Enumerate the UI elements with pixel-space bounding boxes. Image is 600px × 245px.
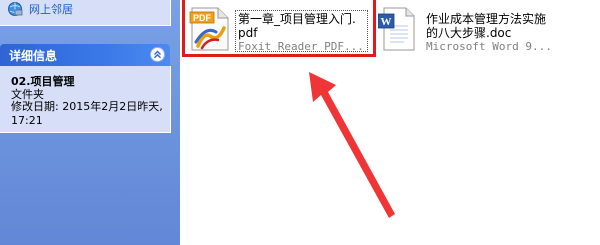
network-places-label: 网上邻居 bbox=[29, 3, 73, 16]
highlight-box bbox=[182, 0, 376, 57]
task-pane: 网上邻居 详细信息 02.项目管理 文件夹 修改日期: 2015年2月2日昨天,… bbox=[0, 0, 180, 245]
file-item-doc[interactable]: W 作业成本管理方法实施 的八大步骤.doc Microsoft Word 9.… bbox=[378, 6, 578, 54]
file-type: Microsoft Word 9... bbox=[426, 40, 552, 53]
details-header[interactable]: 详细信息 bbox=[0, 44, 170, 66]
collapse-button[interactable] bbox=[150, 47, 165, 62]
detail-modified: 修改日期: 2015年2月2日昨天, 17:21 bbox=[11, 100, 163, 127]
other-places-panel: 网上邻居 bbox=[0, 0, 171, 26]
chevron-up-icon bbox=[154, 50, 161, 59]
details-title: 详细信息 bbox=[9, 48, 58, 63]
details-panel: 02.项目管理 文件夹 修改日期: 2015年2月2日昨天, 17:21 bbox=[0, 66, 171, 133]
word-icon: W bbox=[378, 7, 415, 51]
network-places-link[interactable]: 网上邻居 bbox=[7, 0, 73, 18]
network-places-icon bbox=[8, 2, 23, 16]
file-name-line1: 作业成本管理方法实施 bbox=[426, 12, 547, 26]
file-name-line2: 的八大步骤.doc bbox=[426, 26, 512, 40]
word-badge-text: W bbox=[381, 16, 392, 28]
